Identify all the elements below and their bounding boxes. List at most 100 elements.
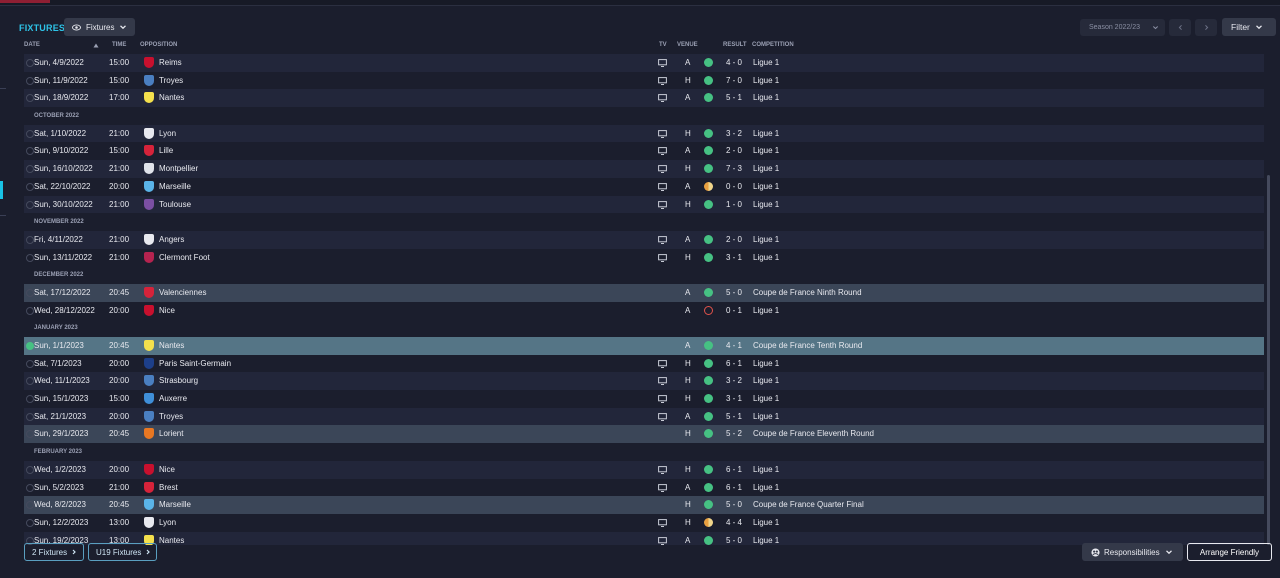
row-select-indicator[interactable] (26, 359, 34, 368)
fixture-row[interactable]: Wed, 28/12/2022 20:00 Nice A 0 - 1 Ligue 1 (24, 301, 1264, 320)
previous-season-button[interactable] (1169, 19, 1191, 36)
row-select-indicator[interactable] (26, 412, 34, 421)
row-select-indicator[interactable] (26, 94, 34, 103)
competition-name[interactable]: Coupe de France Tenth Round (753, 341, 862, 350)
opposition-name[interactable]: Brest (159, 483, 178, 492)
opposition-name[interactable]: Montpellier (159, 164, 198, 173)
column-date[interactable]: DATE (24, 42, 40, 48)
competition-name[interactable]: Ligue 1 (753, 306, 779, 315)
opposition-name[interactable]: Strasbourg (159, 376, 198, 385)
opposition-name[interactable]: Lyon (159, 129, 176, 138)
fixture-row[interactable]: Sat, 1/10/2022 21:00 Lyon H 3 - 2 Ligue 1 (24, 124, 1264, 143)
competition-name[interactable]: Ligue 1 (753, 253, 779, 262)
opposition-name[interactable]: Nice (159, 465, 175, 474)
responsibilities-button[interactable]: Responsibilities (1082, 543, 1183, 561)
row-select-indicator[interactable] (26, 165, 34, 174)
opposition-name[interactable]: Toulouse (159, 200, 191, 209)
column-venue[interactable]: VENUE (677, 42, 698, 48)
column-time[interactable]: TIME (112, 42, 126, 48)
fixture-row[interactable]: Sat, 17/12/2022 20:45 Valenciennes A 5 - 0 Co… (24, 283, 1264, 302)
opposition-name[interactable]: Paris Saint-Germain (159, 359, 231, 368)
opposition-name[interactable]: Troyes (159, 412, 183, 421)
competition-name[interactable]: Ligue 1 (753, 412, 779, 421)
opposition-name[interactable]: Nantes (159, 341, 184, 350)
fixture-row[interactable]: Sun, 1/1/2023 20:45 Nantes A 4 - 1 Coupe de F… (24, 337, 1264, 355)
opposition-name[interactable]: Lille (159, 146, 173, 155)
row-select-indicator[interactable] (26, 518, 34, 527)
opposition-name[interactable]: Nice (159, 306, 175, 315)
competition-name[interactable]: Ligue 1 (753, 164, 779, 173)
fixture-row[interactable]: Sun, 19/2/2023 13:00 Nantes A 5 - 0 Ligue 1 (24, 531, 1264, 545)
opposition-name[interactable]: Marseille (159, 500, 191, 509)
fixture-row[interactable]: Sat, 21/1/2023 20:00 Troyes A 5 - 1 Ligue 1 (24, 407, 1264, 426)
competition-name[interactable]: Ligue 1 (753, 465, 779, 474)
row-select-indicator[interactable] (26, 235, 34, 244)
row-select-indicator[interactable] (26, 342, 34, 350)
competition-name[interactable]: Ligue 1 (753, 536, 779, 545)
fixture-row[interactable]: Sat, 7/1/2023 20:00 Paris Saint-Germain H 6 … (24, 354, 1264, 373)
row-select-indicator[interactable] (26, 76, 34, 85)
row-select-indicator[interactable] (26, 288, 34, 297)
column-opposition[interactable]: OPPOSITION (140, 42, 177, 48)
competition-name[interactable]: Ligue 1 (753, 93, 779, 102)
opposition-name[interactable]: Clermont Foot (159, 253, 210, 262)
competition-name[interactable]: Ligue 1 (753, 58, 779, 67)
row-select-indicator[interactable] (26, 377, 34, 386)
opposition-name[interactable]: Nantes (159, 93, 184, 102)
fixture-row[interactable]: Fri, 4/11/2022 21:00 Angers A 2 - 0 Ligue 1 (24, 230, 1264, 249)
season-select[interactable]: Season 2022/23 (1080, 19, 1165, 36)
column-competition[interactable]: COMPETITION (752, 42, 794, 48)
fixture-row[interactable]: Wed, 1/2/2023 20:00 Nice H 6 - 1 Ligue 1 (24, 460, 1264, 479)
view-dropdown[interactable]: Fixtures (64, 18, 135, 36)
opposition-name[interactable]: Lorient (159, 429, 183, 438)
opposition-name[interactable]: Marseille (159, 182, 191, 191)
fixture-row[interactable]: Sun, 15/1/2023 15:00 Auxerre H 3 - 1 Ligue 1 (24, 390, 1264, 408)
opposition-name[interactable]: Valenciennes (159, 288, 206, 297)
row-select-indicator[interactable] (26, 483, 34, 492)
row-select-indicator[interactable] (26, 501, 34, 510)
opposition-name[interactable]: Troyes (159, 76, 183, 85)
competition-name[interactable]: Coupe de France Ninth Round (753, 288, 862, 297)
row-select-indicator[interactable] (26, 465, 34, 474)
row-select-indicator[interactable] (26, 253, 34, 262)
competition-name[interactable]: Ligue 1 (753, 182, 779, 191)
competition-name[interactable]: Ligue 1 (753, 129, 779, 138)
competition-name[interactable]: Ligue 1 (753, 359, 779, 368)
opposition-name[interactable]: Nantes (159, 536, 184, 545)
fixture-row[interactable]: Wed, 8/2/2023 20:45 Marseille H 5 - 0 Coupe d… (24, 496, 1264, 514)
competition-name[interactable]: Ligue 1 (753, 76, 779, 85)
opposition-name[interactable]: Angers (159, 235, 184, 244)
fixture-row[interactable]: Sat, 22/10/2022 20:00 Marseille A 0 - 0 Ligue… (24, 177, 1264, 196)
row-select-indicator[interactable] (26, 59, 34, 67)
competition-name[interactable]: Coupe de France Quarter Final (753, 500, 864, 509)
competition-name[interactable]: Ligue 1 (753, 235, 779, 244)
row-select-indicator[interactable] (26, 306, 34, 315)
fixture-row[interactable]: Sun, 16/10/2022 21:00 Montpellier H 7 - 3 Lig… (24, 160, 1264, 178)
fixture-row[interactable]: Sun, 18/9/2022 17:00 Nantes A 5 - 1 Ligue 1 (24, 89, 1264, 108)
column-tv[interactable]: TV (659, 42, 667, 48)
row-select-indicator[interactable] (26, 200, 34, 209)
fixture-row[interactable]: Sun, 9/10/2022 15:00 Lille A 2 - 0 Ligue 1 (24, 142, 1264, 161)
competition-name[interactable]: Ligue 1 (753, 394, 779, 403)
arrange-friendly-button[interactable]: Arrange Friendly (1187, 543, 1272, 561)
competition-name[interactable]: Ligue 1 (753, 146, 779, 155)
filter-button[interactable]: Filter (1222, 18, 1276, 36)
row-select-indicator[interactable] (26, 182, 34, 191)
row-select-indicator[interactable] (26, 147, 34, 156)
u19-fixtures-link[interactable]: U19 Fixtures (88, 543, 157, 561)
senior-fixtures-link[interactable]: 2 Fixtures (24, 543, 84, 561)
competition-name[interactable]: Ligue 1 (753, 376, 779, 385)
next-season-button[interactable] (1195, 19, 1217, 36)
fixture-row[interactable]: Sun, 5/2/2023 21:00 Brest A 6 - 1 Ligue 1 (24, 478, 1264, 497)
fixture-row[interactable]: Sun, 29/1/2023 20:45 Lorient H 5 - 2 Coupe de… (24, 425, 1264, 444)
opposition-name[interactable]: Auxerre (159, 394, 187, 403)
row-select-indicator[interactable] (26, 129, 34, 138)
row-select-indicator[interactable] (26, 395, 34, 404)
fixture-row[interactable]: Sun, 4/9/2022 15:00 Reims A 4 - 0 Ligue 1 (24, 54, 1264, 72)
competition-name[interactable]: Coupe de France Eleventh Round (753, 429, 874, 438)
column-result[interactable]: RESULT (723, 42, 747, 48)
fixture-row[interactable]: Sun, 13/11/2022 21:00 Clermont Foot H 3 - 1 L… (24, 248, 1264, 267)
row-select-indicator[interactable] (26, 430, 34, 439)
competition-name[interactable]: Ligue 1 (753, 200, 779, 209)
scrollbar[interactable] (1267, 175, 1270, 545)
